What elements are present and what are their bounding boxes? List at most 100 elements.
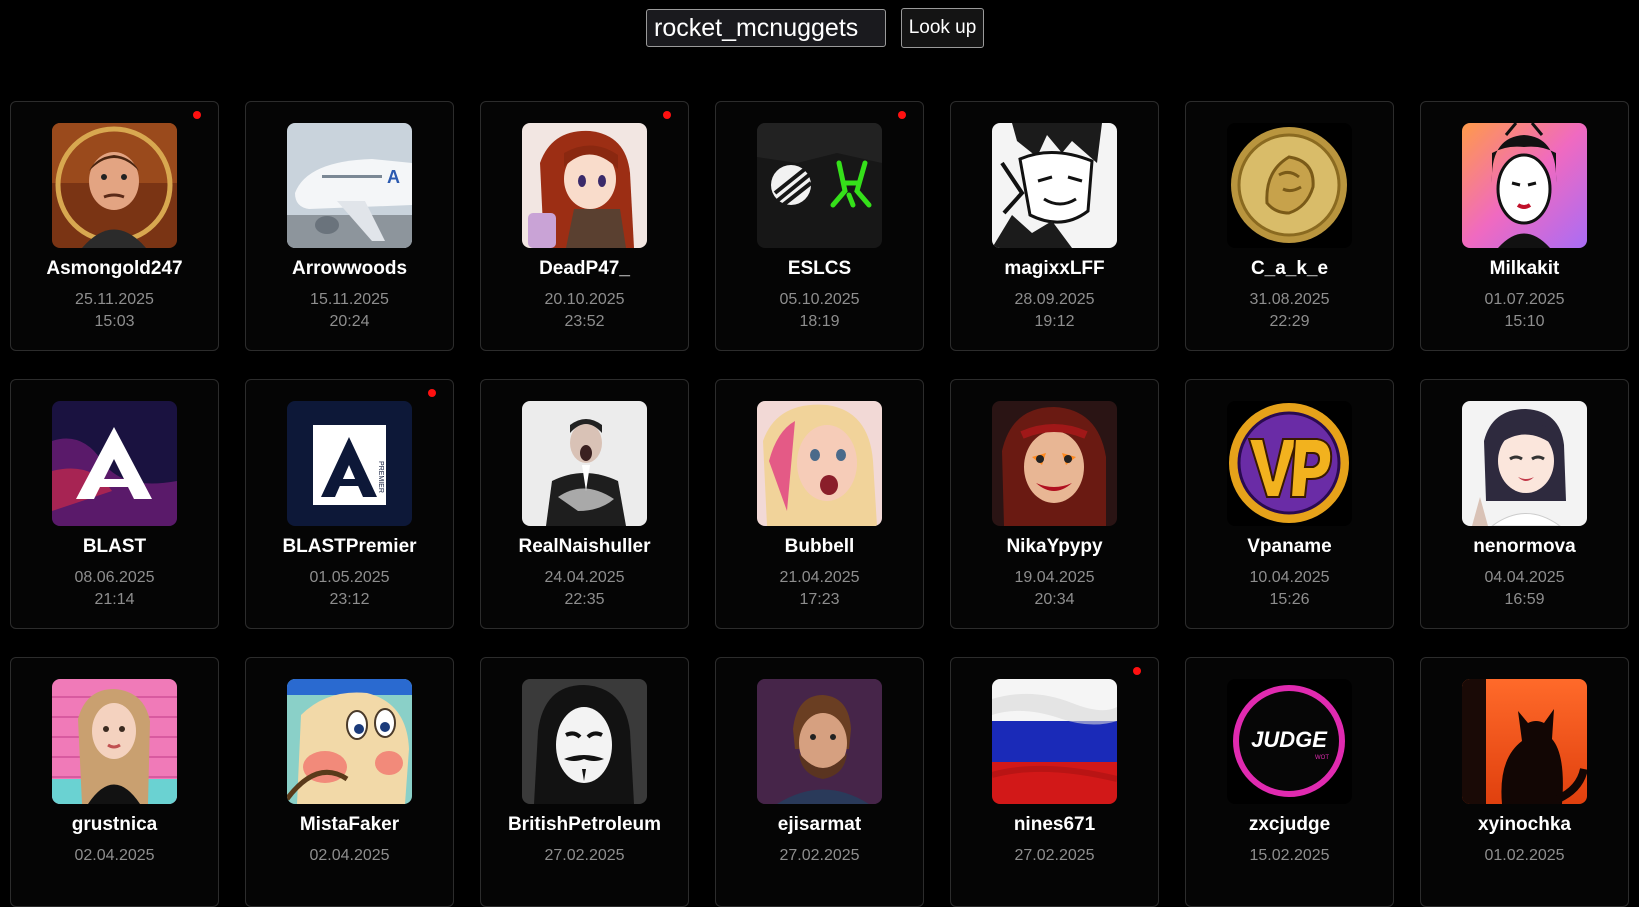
- avatar-cat-silhouette[interactable]: [1462, 679, 1587, 804]
- channel-date: 20.10.2025: [544, 291, 625, 308]
- live-indicator-dot: [663, 111, 671, 119]
- channel-name[interactable]: BritishPetroleum: [481, 814, 688, 836]
- avatar-geisha[interactable]: [1462, 123, 1587, 248]
- channel-time: 19:12: [1034, 313, 1075, 330]
- channel-name[interactable]: RealNaishuller: [481, 536, 688, 558]
- channel-date: 24.04.2025: [544, 569, 625, 586]
- avatar-vp-logo[interactable]: [1227, 401, 1352, 526]
- channel-card[interactable]: C_a_k_e 31.08.2025 22:29: [1185, 101, 1394, 351]
- avatar-blast-premier-logo[interactable]: PREMIER: [287, 401, 412, 526]
- search-bar: Look up: [646, 8, 984, 48]
- channel-time: 16:59: [1504, 591, 1545, 608]
- channel-card[interactable]: magixxLFF 28.09.2025 19:12: [950, 101, 1159, 351]
- live-indicator-dot: [898, 111, 906, 119]
- channel-card[interactable]: PREMIER BLASTPremier 01.05.2025 23:12: [245, 379, 454, 629]
- live-indicator-dot: [428, 389, 436, 397]
- search-input[interactable]: [646, 9, 886, 47]
- channel-date: 27.02.2025: [544, 847, 625, 864]
- svg-text:WOT: WOT: [1315, 755, 1329, 761]
- channel-card[interactable]: Bubbell 21.04.2025 17:23: [715, 379, 924, 629]
- channel-name[interactable]: BLAST: [11, 536, 218, 558]
- channel-card[interactable]: MistaFaker 02.04.2025: [245, 657, 454, 907]
- avatar-esl-logo[interactable]: [757, 123, 882, 248]
- svg-text:JUDGE: JUDGE: [1251, 727, 1328, 752]
- avatar-clown-girl[interactable]: [992, 401, 1117, 526]
- channel-name[interactable]: grustnica: [11, 814, 218, 836]
- channel-card[interactable]: Milkakit 01.07.2025 15:10: [1420, 101, 1629, 351]
- channel-card[interactable]: BritishPetroleum 27.02.2025: [480, 657, 689, 907]
- avatar-blast-logo[interactable]: [52, 401, 177, 526]
- channel-name[interactable]: ejisarmat: [716, 814, 923, 836]
- live-indicator-dot: [1133, 667, 1141, 675]
- channel-card[interactable]: A Arrowwoods 15.11.2025 20:24: [245, 101, 454, 351]
- avatar-anime-red-hair[interactable]: [522, 123, 647, 248]
- channel-date: 31.08.2025: [1249, 291, 1330, 308]
- channel-card[interactable]: xyinochka 01.02.2025: [1420, 657, 1629, 907]
- avatar-anime-girl[interactable]: [1462, 401, 1587, 526]
- channel-date: 15.11.2025: [310, 291, 389, 308]
- channel-card[interactable]: BLAST 08.06.2025 21:14: [10, 379, 219, 629]
- channel-name[interactable]: nines671: [951, 814, 1158, 836]
- channel-card[interactable]: RealNaishuller 24.04.2025 22:35: [480, 379, 689, 629]
- channel-time: 20:24: [329, 313, 370, 330]
- avatar-blonde-girl[interactable]: [757, 401, 882, 526]
- channel-name[interactable]: NikaYpypy: [951, 536, 1158, 558]
- channel-name[interactable]: Arrowwoods: [246, 258, 453, 280]
- channel-name[interactable]: C_a_k_e: [1186, 258, 1393, 280]
- channel-name[interactable]: Vpaname: [1186, 536, 1393, 558]
- look-up-button[interactable]: Look up: [901, 8, 984, 48]
- channel-card[interactable]: nines671 27.02.2025: [950, 657, 1159, 907]
- avatar-manga-sketch[interactable]: [992, 123, 1117, 248]
- avatar-airplane[interactable]: A: [287, 123, 412, 248]
- channel-time: 21:14: [94, 591, 135, 608]
- channel-date: 21.04.2025: [779, 569, 860, 586]
- channel-name[interactable]: magixxLFF: [951, 258, 1158, 280]
- channel-card[interactable]: ESLCS 05.10.2025 18:19: [715, 101, 924, 351]
- channel-name[interactable]: ESLCS: [716, 258, 923, 280]
- avatar-asmongold[interactable]: [52, 123, 177, 248]
- channel-time: 18:19: [799, 313, 840, 330]
- channel-time: 15:03: [94, 313, 135, 330]
- avatar-russian-flag[interactable]: [992, 679, 1117, 804]
- channel-name[interactable]: xyinochka: [1421, 814, 1628, 836]
- channel-date: 02.04.2025: [74, 847, 155, 864]
- channel-date: 08.06.2025: [74, 569, 155, 586]
- avatar-girl-pink-wall[interactable]: [52, 679, 177, 804]
- channel-name[interactable]: Milkakit: [1421, 258, 1628, 280]
- channel-card[interactable]: nenormova 04.04.2025 16:59: [1420, 379, 1629, 629]
- svg-text:PREMIER: PREMIER: [377, 461, 384, 493]
- channel-date: 10.04.2025: [1249, 569, 1330, 586]
- channel-card[interactable]: NikaYpypy 19.04.2025 20:34: [950, 379, 1159, 629]
- channel-date: 25.11.2025: [75, 291, 154, 308]
- channel-name[interactable]: MistaFaker: [246, 814, 453, 836]
- channel-date: 27.02.2025: [1014, 847, 1095, 864]
- avatar-judge-logo[interactable]: JUDGE WOT: [1227, 679, 1352, 804]
- channel-time: 23:12: [329, 591, 370, 608]
- avatar-cartoon-pig[interactable]: [287, 679, 412, 804]
- channel-grid: Asmongold247 25.11.2025 15:03 A Arrowwoods 15…: [10, 101, 1629, 907]
- channel-card[interactable]: ejisarmat 27.02.2025: [715, 657, 924, 907]
- channel-date: 01.05.2025: [309, 569, 390, 586]
- avatar-bearded-man[interactable]: [757, 679, 882, 804]
- avatar-man-suit[interactable]: [522, 401, 647, 526]
- channel-date: 15.02.2025: [1249, 847, 1330, 864]
- channel-date: 19.04.2025: [1014, 569, 1095, 586]
- channel-date: 05.10.2025: [779, 291, 860, 308]
- channel-date: 01.07.2025: [1484, 291, 1565, 308]
- channel-time: 22:35: [564, 591, 605, 608]
- channel-card[interactable]: JUDGE WOT zxcjudge 15.02.2025: [1185, 657, 1394, 907]
- channel-card[interactable]: DeadP47_ 20.10.2025 23:52: [480, 101, 689, 351]
- avatar-gold-coin[interactable]: [1227, 123, 1352, 248]
- live-indicator-dot: [193, 111, 201, 119]
- channel-name[interactable]: zxcjudge: [1186, 814, 1393, 836]
- channel-name[interactable]: Bubbell: [716, 536, 923, 558]
- channel-card[interactable]: grustnica 02.04.2025: [10, 657, 219, 907]
- channel-name[interactable]: Asmongold247: [11, 258, 218, 280]
- channel-time: 17:23: [799, 591, 840, 608]
- channel-name[interactable]: BLASTPremier: [246, 536, 453, 558]
- channel-card[interactable]: Asmongold247 25.11.2025 15:03: [10, 101, 219, 351]
- channel-name[interactable]: DeadP47_: [481, 258, 688, 280]
- channel-name[interactable]: nenormova: [1421, 536, 1628, 558]
- avatar-anonymous-mask[interactable]: [522, 679, 647, 804]
- channel-card[interactable]: Vpaname 10.04.2025 15:26: [1185, 379, 1394, 629]
